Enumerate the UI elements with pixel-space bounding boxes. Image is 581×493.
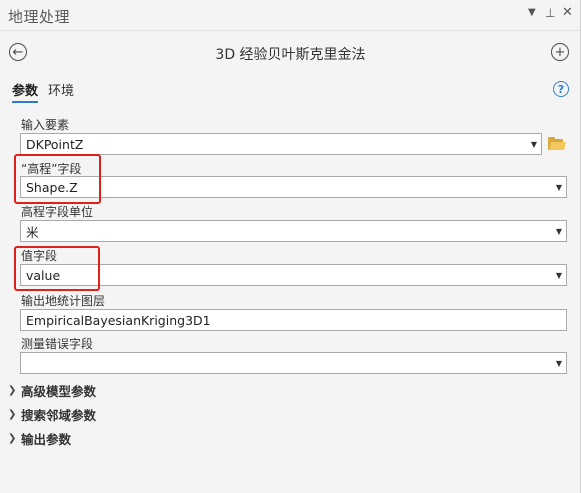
folder-icon[interactable] bbox=[548, 137, 566, 150]
dropdown-caret-icon[interactable]: ▼ bbox=[552, 227, 566, 236]
elevation-units-value: 米 bbox=[26, 224, 39, 240]
help-icon[interactable]: ? bbox=[553, 81, 569, 97]
section-search-neighborhood[interactable]: ❯ 搜索邻域参数 bbox=[8, 405, 96, 424]
output-layer-value: EmpiricalBayesianKriging3D1 bbox=[26, 312, 211, 328]
value-field-select[interactable]: value ▼ bbox=[20, 264, 567, 286]
close-icon[interactable]: ✕ bbox=[562, 5, 573, 20]
options-dropdown-icon[interactable]: ▼ bbox=[528, 7, 536, 18]
output-layer-input[interactable]: EmpiricalBayesianKriging3D1 bbox=[20, 309, 567, 331]
title-divider bbox=[0, 30, 581, 31]
input-features-select[interactable]: DKPointZ ▼ bbox=[20, 133, 542, 155]
elevation-units-select[interactable]: 米 ▼ bbox=[20, 220, 567, 242]
section-advanced-model-label: 高级模型参数 bbox=[21, 384, 97, 399]
expand-chevron-icon: ❯ bbox=[8, 409, 17, 420]
input-features-value: DKPointZ bbox=[26, 136, 84, 152]
dropdown-caret-icon[interactable]: ▼ bbox=[552, 359, 566, 368]
elevation-units-label: 高程字段单位 bbox=[21, 205, 94, 219]
value-field-value: value bbox=[26, 267, 61, 283]
pin-icon[interactable]: ⊥ bbox=[545, 6, 555, 20]
expand-chevron-icon: ❯ bbox=[8, 385, 17, 396]
tab-environments[interactable]: 环境 bbox=[48, 80, 74, 99]
geoprocessing-pane: 地理处理 ▼ ⊥ ✕ ← 3D 经验贝叶斯克里金法 + 参数 环境 ? 输入要素… bbox=[0, 0, 581, 493]
add-icon[interactable]: + bbox=[551, 43, 569, 61]
section-output-params-label: 输出参数 bbox=[21, 432, 72, 447]
dropdown-caret-icon[interactable]: ▼ bbox=[527, 140, 541, 149]
value-field-label: 值字段 bbox=[21, 249, 58, 263]
elevation-field-value: Shape.Z bbox=[26, 179, 78, 195]
expand-chevron-icon: ❯ bbox=[8, 433, 17, 444]
elevation-field-label: “高程”字段 bbox=[21, 162, 82, 176]
tool-title: 3D 经验贝叶斯克里金法 bbox=[215, 47, 366, 63]
pane-title: 地理处理 bbox=[8, 8, 71, 26]
dropdown-caret-icon[interactable]: ▼ bbox=[552, 271, 566, 280]
tab-parameters[interactable]: 参数 bbox=[12, 80, 39, 103]
measurement-error-label: 测量错误字段 bbox=[21, 337, 94, 351]
section-advanced-model[interactable]: ❯ 高级模型参数 bbox=[8, 381, 96, 400]
measurement-error-select[interactable]: ▼ bbox=[20, 352, 567, 374]
output-layer-label: 输出地统计图层 bbox=[21, 294, 106, 308]
elevation-field-select[interactable]: Shape.Z ▼ bbox=[20, 176, 567, 198]
dropdown-caret-icon[interactable]: ▼ bbox=[552, 183, 566, 192]
section-output-params[interactable]: ❯ 输出参数 bbox=[8, 429, 71, 448]
input-features-label: 输入要素 bbox=[21, 118, 70, 132]
section-search-neighborhood-label: 搜索邻域参数 bbox=[21, 408, 97, 423]
